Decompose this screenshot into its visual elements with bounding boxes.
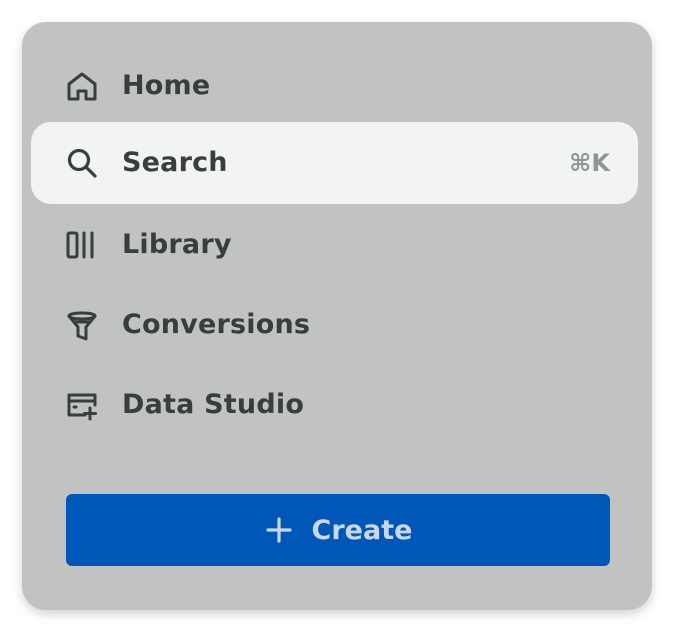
create-button-label: Create	[311, 514, 413, 546]
search-shortcut-hint: ⌘K	[569, 149, 610, 177]
nav-item-data-studio[interactable]: Data Studio	[31, 364, 638, 446]
navigation-panel: Home Search ⌘K Library Conversions Data …	[22, 22, 652, 610]
nav-item-label: Library	[122, 229, 232, 260]
nav-item-label: Search	[122, 147, 228, 178]
nav-item-label: Conversions	[122, 309, 311, 340]
nav-item-label: Home	[122, 70, 211, 101]
funnel-icon	[65, 308, 99, 342]
data-studio-icon	[65, 388, 99, 422]
library-icon	[65, 228, 99, 262]
nav-item-label: Data Studio	[122, 389, 305, 420]
nav-item-search[interactable]: Search ⌘K	[31, 122, 638, 204]
nav-item-library[interactable]: Library	[31, 204, 638, 286]
search-icon	[65, 146, 99, 180]
nav-item-conversions[interactable]: Conversions	[31, 284, 638, 366]
home-icon	[65, 69, 99, 103]
nav-item-home[interactable]: Home	[31, 45, 638, 127]
create-button[interactable]: Create	[66, 494, 610, 566]
plus-icon	[264, 515, 294, 545]
